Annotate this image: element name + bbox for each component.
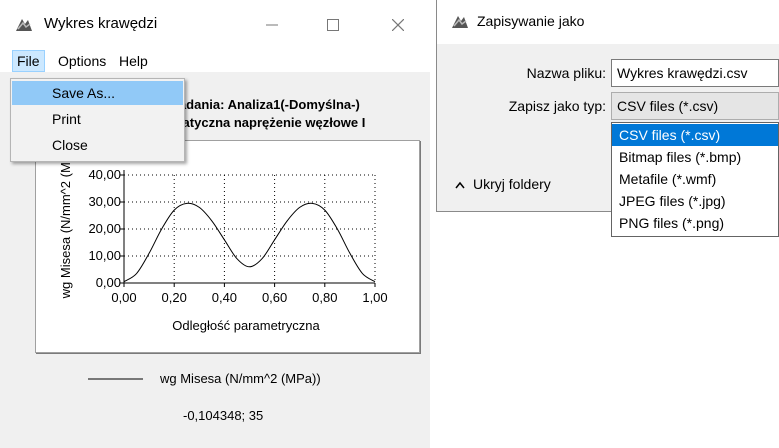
x-axis-label: Odległość parametryczna	[172, 318, 320, 333]
y-tick-label: 10,00	[88, 248, 121, 263]
filetype-option[interactable]: Metafile (*.wmf)	[612, 168, 778, 190]
x-tick-label: 0,60	[262, 290, 287, 305]
save-dialog-titlebar[interactable]: Zapisywanie jako	[437, 0, 779, 44]
filetype-option[interactable]: JPEG files (*.jpg)	[612, 190, 778, 212]
x-tick-label: 0,80	[312, 290, 337, 305]
filetype-option[interactable]: PNG files (*.png)	[612, 212, 778, 234]
file-menu-dropdown: Save As... Print Close	[10, 78, 185, 162]
x-tick-label: 0,40	[212, 290, 237, 305]
chart-ticks: 0,00 0,20 0,40 0,60 0,80 1,00 0,00 10,00 20,00 30…	[88, 167, 387, 305]
chevron-up-icon	[455, 182, 465, 189]
filetype-label: Zapisz jako typ:	[508, 98, 606, 114]
hide-folders-toggle[interactable]: Ukryj foldery	[455, 174, 551, 194]
y-tick-label: 20,00	[88, 221, 121, 236]
coordinate-readout: -0,104348; 35	[183, 408, 264, 423]
hide-folders-label: Ukryj foldery	[473, 176, 551, 192]
x-tick-label: 0,00	[111, 290, 136, 305]
menu-item-save-as[interactable]: Save As...	[12, 81, 183, 105]
menu-item-close[interactable]: Close	[12, 133, 183, 157]
x-tick-label: 0,20	[162, 290, 187, 305]
menu-item-print[interactable]: Print	[12, 107, 183, 131]
series-line	[123, 202, 376, 283]
chart-axes	[123, 170, 375, 284]
filename-label: Nazwa pliku:	[526, 65, 606, 81]
dialog-title: Zapisywanie jako	[477, 13, 585, 29]
y-tick-label: 30,00	[88, 194, 121, 209]
chart-window: Wykres krawędzi File Options Help padani…	[0, 0, 430, 448]
x-tick-label: 1,00	[362, 290, 387, 305]
y-tick-label: 40,00	[88, 167, 121, 182]
filetype-select[interactable]: CSV files (*.csv)	[611, 92, 779, 120]
y-tick-label: 0,00	[96, 275, 121, 290]
filetype-options-list: CSV files (*.csv) Bitmap files (*.bmp) M…	[611, 122, 779, 237]
filename-input[interactable]: Wykres krawędzi.csv	[611, 59, 779, 87]
legend-label: wg Misesa (N/mm^2 (MPa))	[160, 371, 321, 386]
app-icon	[452, 16, 468, 28]
filetype-option[interactable]: CSV files (*.csv)	[612, 124, 778, 146]
filetype-option[interactable]: Bitmap files (*.bmp)	[612, 146, 778, 168]
